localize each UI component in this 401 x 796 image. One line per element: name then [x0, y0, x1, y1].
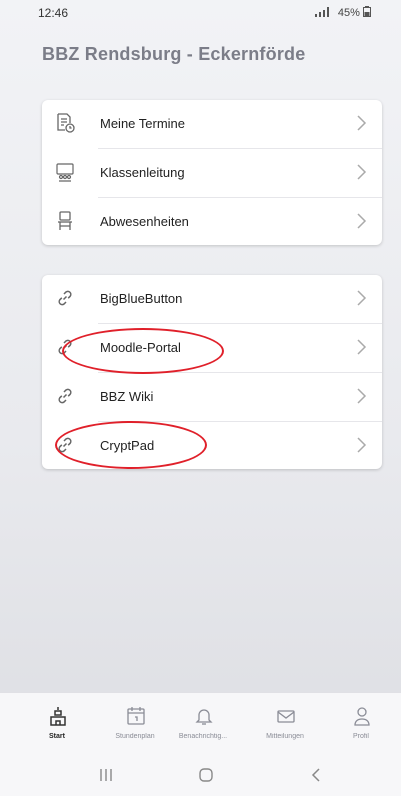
link-label: BigBlueButton — [100, 291, 183, 306]
school-functions-card: Meine Termine Klassenleitung Abwesenheit… — [42, 100, 382, 245]
menu-item-label: Meine Termine — [100, 116, 186, 131]
menu-item-label: Klassenleitung — [100, 165, 185, 180]
link-icon — [54, 385, 76, 407]
menu-item-label: Abwesenheiten — [100, 214, 189, 229]
system-nav-bar — [0, 752, 401, 796]
chevron-right-icon — [357, 339, 367, 355]
bell-icon — [195, 709, 213, 725]
tab-label: Stundenplan — [115, 733, 155, 740]
chevron-right-icon — [357, 213, 367, 229]
chevron-right-icon — [357, 437, 367, 453]
calendar-list-icon — [54, 112, 76, 134]
signal-icon — [314, 7, 329, 17]
chevron-right-icon — [357, 388, 367, 404]
link-label: BBZ Wiki — [100, 389, 154, 404]
menu-item-meine-termine[interactable]: Meine Termine — [42, 100, 382, 148]
menu-item-klassenleitung[interactable]: Klassenleitung — [42, 149, 382, 197]
chair-icon — [54, 210, 76, 232]
menu-item-abwesenheiten[interactable]: Abwesenheiten — [42, 198, 382, 246]
tab-label: Mitteilungen — [266, 733, 304, 740]
link-item-bbz-wiki[interactable]: BBZ Wiki — [42, 373, 382, 421]
person-icon — [354, 707, 370, 726]
page-title: BBZ Rendsburg - Eckernförde — [42, 44, 306, 64]
battery-icon — [363, 6, 371, 17]
tab-label: Profil — [353, 733, 369, 740]
home-button-icon[interactable] — [196, 766, 216, 784]
status-bar: 12:46 45% — [0, 0, 401, 24]
class-group-icon — [54, 161, 76, 183]
link-item-bigbluebutton[interactable]: BigBlueButton — [42, 275, 382, 323]
chevron-right-icon — [357, 115, 367, 131]
tab-label: Start — [49, 733, 65, 740]
annotation-circle-cryptpad — [55, 421, 207, 469]
tab-stundenplan[interactable]: Stundenplan — [96, 693, 174, 753]
status-time: 12:46 — [38, 6, 69, 20]
recent-apps-icon[interactable] — [96, 766, 116, 784]
tab-start[interactable]: Start — [18, 693, 96, 753]
status-indicators: 45% — [314, 6, 371, 19]
chevron-right-icon — [357, 164, 367, 180]
app-screen: 12:46 45% BBZ Rendsburg - Eckernförde Me… — [0, 0, 401, 796]
chevron-right-icon — [357, 290, 367, 306]
calendar-icon — [127, 707, 145, 725]
home-icon — [50, 707, 66, 726]
tab-benachrichtigungen[interactable]: Benachrichtig... — [164, 693, 242, 753]
battery-percent: 45% — [337, 7, 360, 19]
tab-label: Benachrichtig... — [178, 733, 228, 740]
annotation-circle-moodle — [62, 328, 224, 374]
tab-profil[interactable]: Profil — [322, 693, 400, 753]
tab-mitteilungen[interactable]: Mitteilungen — [246, 693, 324, 753]
mail-icon — [277, 710, 295, 723]
back-icon[interactable] — [306, 766, 326, 784]
bottom-tab-bar: Start Stundenplan Benachrichtig... Mitte… — [0, 692, 401, 753]
link-icon — [54, 287, 76, 309]
